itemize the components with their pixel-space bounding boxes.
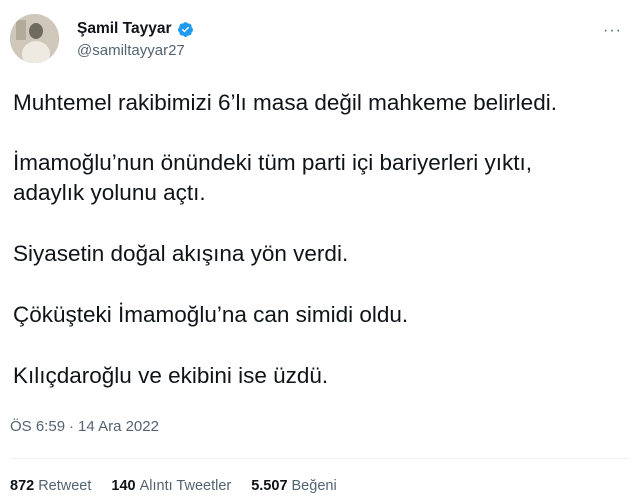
like-count[interactable]: 5.507 Beğeni [251,478,336,494]
quote-count-value: 140 [111,478,136,494]
engagement-stats: 872 Retweet 140 Alıntı Tweetler 5.507 Beğen… [10,478,337,494]
tweet-time[interactable]: ÖS 6:59 [10,418,65,435]
tweet-timestamp[interactable]: ÖS 6:59 · 14 Ara 2022 [10,418,159,435]
avatar[interactable] [10,14,59,63]
verified-badge-icon [177,21,194,38]
tweet-date[interactable]: 14 Ara 2022 [78,418,159,435]
like-count-value: 5.507 [251,478,288,494]
tweet-paragraph: Siyasetin doğal akışına yön verdi. [13,241,349,266]
author-handle[interactable]: @samiltayyar27 [77,42,185,59]
tweet-text: Muhtemel rakibimizi 6’lı masa değil mahk… [13,88,628,422]
author-name-row[interactable]: Şamil Tayyar [77,20,194,38]
tweet-paragraph: Muhtemel rakibimizi 6’lı masa değil mahk… [13,90,557,115]
divider [10,458,630,459]
tweet-paragraph: Çöküşteki İmamoğlu’na can simidi oldu. [13,302,409,327]
tweet-paragraph: İmamoğlu’nun önündeki tüm parti içi bari… [13,150,532,205]
author-display-name[interactable]: Şamil Tayyar [77,20,172,38]
tweet-paragraph: Kılıçdaroğlu ve ekibini ise üzdü. [13,363,329,388]
retweet-count-value: 872 [10,478,35,494]
retweet-count-label: Retweet [38,478,92,494]
retweet-count[interactable]: 872 Retweet [10,478,91,494]
more-horizontal-icon[interactable]: ··· [603,22,622,40]
like-count-label: Beğeni [291,478,337,494]
quote-count-label: Alıntı Tweetler [139,478,232,494]
quote-tweet-count[interactable]: 140 Alıntı Tweetler [111,478,231,494]
timestamp-separator: · [69,418,75,435]
